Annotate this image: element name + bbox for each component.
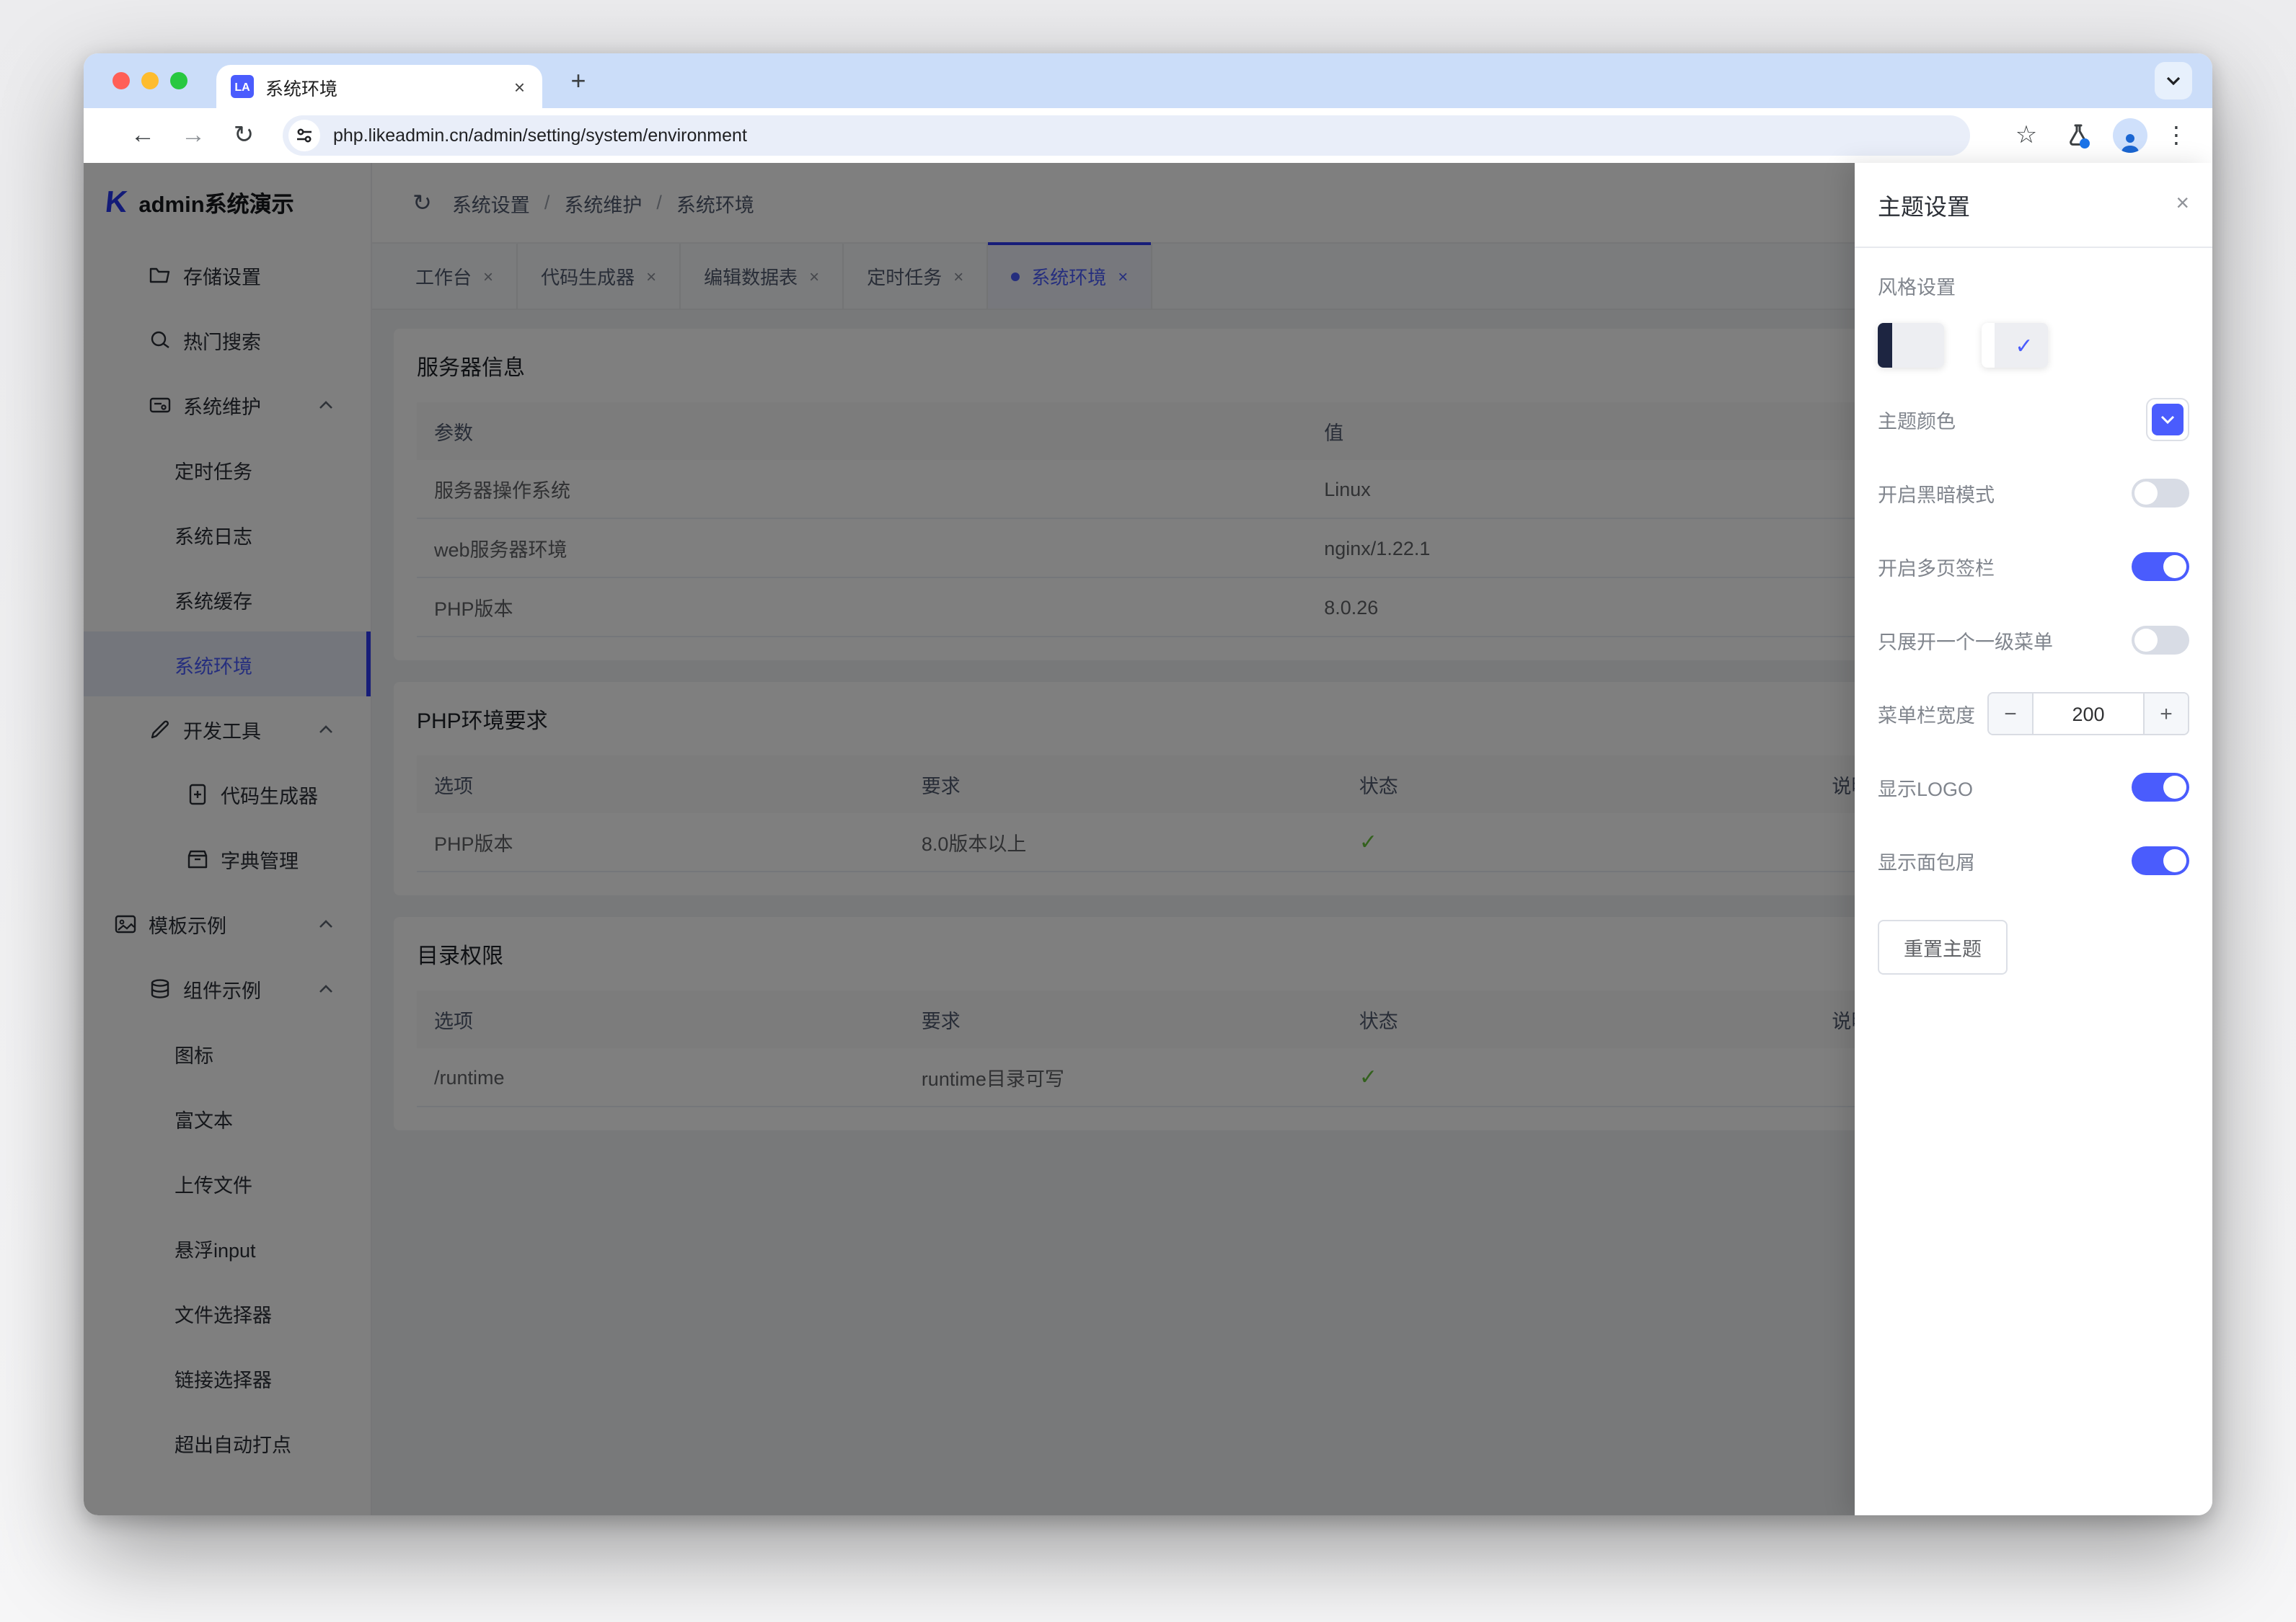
light-sidebar-preview <box>1982 323 1995 368</box>
dark-sidebar-preview <box>1878 323 1892 368</box>
forward-button[interactable]: → <box>172 108 215 163</box>
back-button[interactable]: ← <box>121 108 164 163</box>
theme-settings-drawer: 主题设置 × 风格设置 ✓ 主题颜色 <box>1855 163 2212 1515</box>
show-logo-label: 显示LOGO <box>1878 773 1973 802</box>
drawer-header: 主题设置 × <box>1855 163 2212 248</box>
theme-color-label: 主题颜色 <box>1878 405 1956 434</box>
flask-icon <box>2064 121 2093 150</box>
single-menu-row: 只展开一个一级菜单 <box>1878 619 2189 662</box>
browser-toolbar: ← → ↻ php.likeadmin.cn/admin/setting/sys… <box>84 108 2212 164</box>
browser-tabstrip: LA 系统环境 × + <box>84 53 2212 108</box>
avatar-icon <box>2113 118 2147 153</box>
browser-tab[interactable]: LA 系统环境 × <box>216 65 542 108</box>
style-option-light-sidebar[interactable]: ✓ <box>1982 323 2048 368</box>
style-option-dark-sidebar[interactable] <box>1878 323 1944 368</box>
dark-mode-label: 开启黑暗模式 <box>1878 479 1995 508</box>
reset-theme-button[interactable]: 重置主题 <box>1878 920 2008 975</box>
new-tab-button[interactable]: + <box>560 63 597 101</box>
selected-check-icon: ✓ <box>2000 323 2048 368</box>
chevron-down-icon <box>2160 415 2175 424</box>
theme-color-picker[interactable] <box>2146 398 2189 441</box>
zoom-window-button[interactable] <box>170 72 187 89</box>
tune-icon <box>296 127 313 144</box>
show-breadcrumb-label: 显示面包屑 <box>1878 846 1975 875</box>
profile-avatar[interactable] <box>2106 108 2155 163</box>
show-breadcrumb-row: 显示面包屑 <box>1878 839 2189 882</box>
single-menu-toggle[interactable] <box>2132 626 2189 655</box>
show-logo-row: 显示LOGO <box>1878 766 2189 809</box>
url-text: php.likeadmin.cn/admin/setting/system/en… <box>333 125 747 146</box>
browser-tab-title: 系统环境 <box>265 73 511 100</box>
browser-window: LA 系统环境 × + ← → ↻ <box>84 53 2212 1515</box>
menu-width-row: 菜单栏宽度 − 200 + <box>1878 692 2189 735</box>
dark-mode-toggle[interactable] <box>2132 479 2189 508</box>
menu-width-stepper: − 200 + <box>1987 692 2189 735</box>
close-window-button[interactable] <box>112 72 130 89</box>
close-icon[interactable]: × <box>2176 192 2189 218</box>
bookmark-star-icon[interactable]: ☆ <box>2002 108 2051 163</box>
style-options: ✓ <box>1878 323 2189 368</box>
single-menu-label: 只展开一个一级菜单 <box>1878 626 2053 655</box>
modal-overlay[interactable] <box>84 163 1855 1515</box>
increase-button[interactable]: + <box>2143 693 2188 734</box>
browser-menu-kebab-icon[interactable]: ⋮ <box>2152 108 2201 163</box>
show-breadcrumb-toggle[interactable] <box>2132 846 2189 875</box>
theme-color-row: 主题颜色 <box>1878 398 2189 441</box>
person-icon <box>2119 131 2142 153</box>
multi-tabs-toggle[interactable] <box>2132 552 2189 581</box>
show-logo-toggle[interactable] <box>2132 773 2189 802</box>
drawer-body: 风格设置 ✓ 主题颜色 <box>1855 248 2212 998</box>
multi-tabs-row: 开启多页签栏 <box>1878 545 2189 588</box>
chevron-down-icon <box>2166 76 2181 85</box>
experiments-flask-icon[interactable] <box>2054 108 2103 163</box>
minimize-window-button[interactable] <box>141 72 159 89</box>
multi-tabs-label: 开启多页签栏 <box>1878 552 1995 581</box>
tab-search-button[interactable] <box>2155 62 2192 99</box>
url-bar[interactable]: php.likeadmin.cn/admin/setting/system/en… <box>283 115 1970 156</box>
drawer-title: 主题设置 <box>1878 187 1970 222</box>
tab-close-icon[interactable]: × <box>511 76 528 97</box>
dark-mode-row: 开启黑暗模式 <box>1878 471 2189 515</box>
app-viewport: K admin系统演示 存储设置 热门搜索 系统维护 <box>84 163 2212 1515</box>
reload-button[interactable]: ↻ <box>222 108 265 163</box>
desktop: LA 系统环境 × + ← → ↻ <box>0 0 2296 1622</box>
menu-width-label: 菜单栏宽度 <box>1878 699 1975 728</box>
window-controls <box>112 72 187 89</box>
menu-width-value[interactable]: 200 <box>2034 693 2143 734</box>
theme-color-swatch <box>2152 404 2184 435</box>
decrease-button[interactable]: − <box>1989 693 2034 734</box>
site-settings-icon[interactable] <box>288 120 320 151</box>
style-settings-label: 风格设置 <box>1878 271 2189 300</box>
site-favicon: LA <box>231 75 254 98</box>
